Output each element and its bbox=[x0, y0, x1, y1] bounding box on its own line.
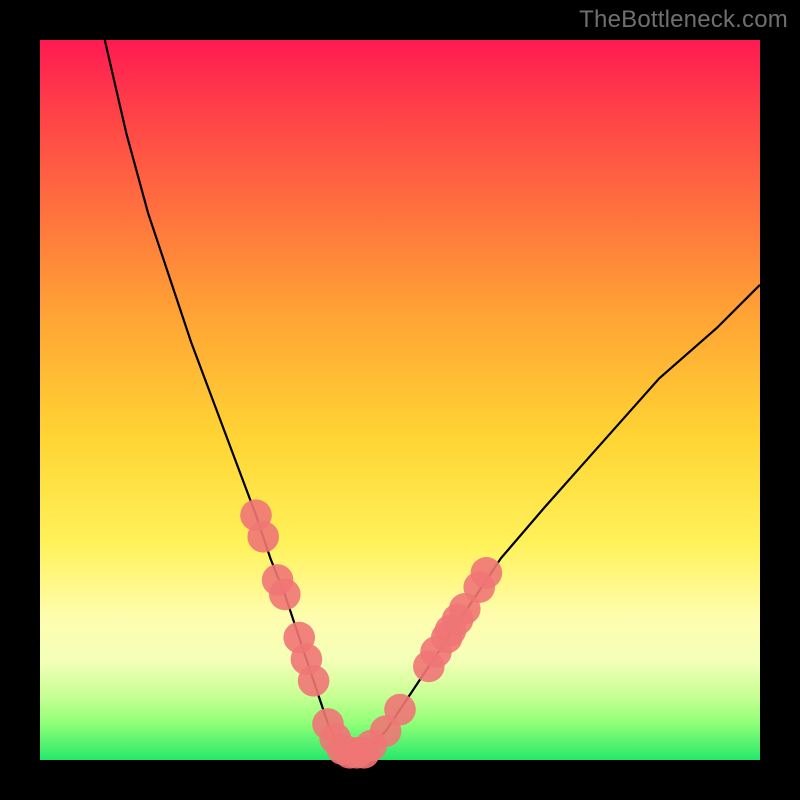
chart-frame: TheBottleneck.com bbox=[0, 0, 800, 800]
highlight-dot bbox=[298, 665, 330, 697]
highlight-dot bbox=[247, 521, 279, 553]
plot-area bbox=[40, 40, 760, 760]
highlight-dot bbox=[384, 694, 416, 726]
highlight-dot bbox=[269, 579, 301, 611]
watermark-text: TheBottleneck.com bbox=[579, 6, 788, 34]
highlight-dot bbox=[471, 557, 503, 589]
chart-svg bbox=[40, 40, 760, 760]
highlight-dots bbox=[240, 499, 502, 768]
